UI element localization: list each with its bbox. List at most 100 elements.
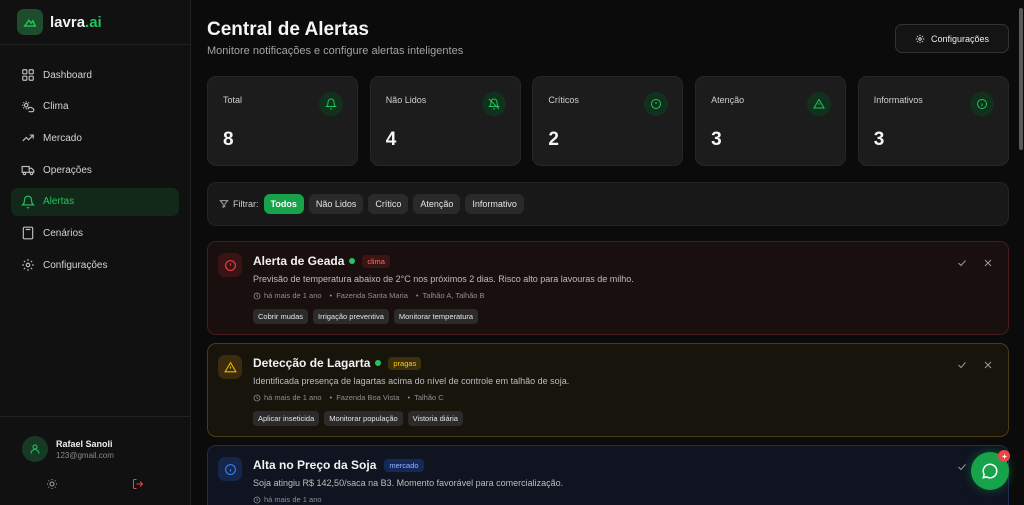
- filter-chip-nao-lidos[interactable]: Não Lidos: [308, 194, 364, 214]
- action-chip[interactable]: Vistoria diária: [407, 411, 463, 426]
- theme-toggle-icon[interactable]: [46, 478, 58, 490]
- close-icon[interactable]: [982, 359, 994, 371]
- clock-icon: [253, 496, 261, 503]
- sidebar-item-label: Clima: [43, 101, 69, 113]
- dashboard-icon: [21, 68, 35, 82]
- sidebar-nav: Dashboard Clima Mercado Operações Alerta…: [0, 45, 190, 279]
- brand-name: lavra.ai: [50, 13, 102, 31]
- action-chip[interactable]: Irrigação preventiva: [313, 309, 389, 324]
- user-profile[interactable]: Rafael Sanoli 123@gmail.com: [0, 417, 190, 462]
- filter-chip-critico[interactable]: Crítico: [368, 194, 409, 214]
- stat-value: 2: [548, 129, 559, 150]
- sidebar-item-label: Cenários: [43, 227, 84, 239]
- gear-icon: [915, 34, 925, 43]
- stat-card-critical: Críticos 2: [532, 76, 684, 166]
- settings-button-label: Configurações: [930, 33, 990, 44]
- alert-card-lagarta[interactable]: Detecção de Lagarta pragas Identificada …: [207, 343, 1009, 437]
- calculator-icon: [21, 226, 35, 240]
- chat-bubble-icon: [982, 463, 998, 479]
- bell-icon: [21, 195, 35, 209]
- action-chip[interactable]: Monitorar temperatura: [393, 309, 479, 324]
- mark-read-icon[interactable]: [956, 257, 968, 269]
- alert-description: Soja atingiu R$ 142,50/saca na B3. Momen…: [253, 478, 564, 488]
- truck-icon: [21, 163, 35, 177]
- stats-row: Total 8 Não Lidos 4 Críticos 2 Atenção 3…: [207, 76, 1009, 166]
- filter-bar: Filtrar: Todos Não Lidos Crítico Atenção…: [207, 182, 1009, 226]
- clock-icon: [253, 394, 261, 401]
- avatar: [22, 436, 48, 462]
- sidebar-item-mercado[interactable]: Mercado: [11, 124, 179, 152]
- stat-label: Críticos: [548, 95, 579, 105]
- sparkle-badge-icon: [998, 450, 1010, 462]
- sidebar-item-cenarios[interactable]: Cenários: [11, 219, 179, 247]
- weather-icon: [21, 100, 35, 114]
- filter-chip-informativo[interactable]: Informativo: [465, 194, 524, 214]
- stat-value: 8: [223, 129, 234, 150]
- info-icon: [218, 457, 242, 481]
- logout-icon[interactable]: [132, 478, 144, 490]
- alert-title: Alta no Preço da Soja: [253, 458, 377, 472]
- alert-meta: há mais de 1 ano • Fazenda Boa Vista • Tal…: [253, 393, 444, 402]
- sidebar-item-label: Configurações: [43, 259, 108, 271]
- warning-triangle-icon: [807, 92, 832, 116]
- bell-off-icon: [481, 92, 506, 116]
- chat-button[interactable]: [971, 450, 1010, 490]
- gear-icon: [21, 258, 35, 272]
- alert-card-soja[interactable]: Alta no Preço da Soja mercado Soja ating…: [207, 445, 1009, 505]
- stat-label: Informativos: [873, 95, 923, 105]
- alert-circle-icon: [644, 92, 669, 116]
- sidebar-item-configuracoes[interactable]: Configurações: [11, 251, 179, 279]
- stat-card-info: Informativos 3: [857, 76, 1009, 166]
- page-title: Central de Alertas: [207, 19, 369, 40]
- sidebar-item-alertas[interactable]: Alertas: [11, 187, 179, 216]
- scrollbar[interactable]: [1018, 0, 1024, 505]
- filter-label: Filtrar:: [219, 199, 259, 209]
- unread-dot: [349, 258, 356, 264]
- action-chip[interactable]: Monitorar população: [324, 411, 403, 426]
- stat-value: 3: [873, 129, 885, 150]
- alert-card-geada[interactable]: Alerta de Geada clima Previsão de temper…: [207, 241, 1009, 335]
- stat-card-unread: Não Lidos 4: [369, 76, 521, 166]
- filter-chip-atencao[interactable]: Atenção: [413, 194, 461, 214]
- logo-icon: [17, 9, 43, 35]
- sidebar-item-dashboard[interactable]: Dashboard: [11, 61, 179, 89]
- sidebar-item-label: Alertas: [43, 196, 75, 208]
- stat-value: 4: [385, 129, 397, 150]
- sidebar-item-operacoes[interactable]: Operações: [11, 156, 179, 184]
- category-badge: clima: [362, 254, 390, 268]
- mark-read-icon[interactable]: [956, 461, 968, 473]
- brand[interactable]: lavra.ai: [0, 0, 190, 45]
- action-chip[interactable]: Aplicar inseticida: [253, 411, 320, 426]
- sidebar-footer: Rafael Sanoli 123@gmail.com: [0, 416, 190, 505]
- stat-card-total: Total 8: [207, 76, 358, 166]
- clock-icon: [253, 292, 261, 299]
- user-email: 123@gmail.com: [56, 450, 114, 460]
- category-badge: pragas: [388, 356, 422, 370]
- sidebar-item-clima[interactable]: Clima: [11, 93, 179, 121]
- trending-up-icon: [21, 131, 35, 145]
- settings-button[interactable]: Configurações: [895, 24, 1009, 53]
- mark-read-icon[interactable]: [956, 359, 968, 371]
- alert-description: Previsão de temperatura abaixo de 2°C no…: [253, 274, 634, 284]
- filter-icon: [219, 200, 229, 209]
- stat-card-attention: Atenção 3: [695, 76, 847, 166]
- sidebar-item-label: Dashboard: [43, 69, 92, 81]
- sidebar-item-label: Mercado: [43, 132, 82, 144]
- unread-dot: [375, 360, 382, 366]
- action-chip[interactable]: Cobrir mudas: [253, 309, 309, 324]
- user-name: Rafael Sanoli: [56, 438, 113, 449]
- page-subtitle: Monitore notificações e configure alerta…: [207, 45, 464, 57]
- scrollbar-thumb[interactable]: [1019, 8, 1023, 150]
- sidebar-item-label: Operações: [43, 164, 92, 176]
- alert-description: Identificada presença de lagartas acima …: [253, 376, 570, 386]
- alert-meta: há mais de 1 ano: [253, 495, 322, 504]
- alert-title: Alerta de Geada: [253, 254, 345, 268]
- close-icon[interactable]: [982, 257, 994, 269]
- category-badge: mercado: [384, 458, 424, 472]
- alert-meta: há mais de 1 ano • Fazenda Santa Maria • T…: [253, 291, 485, 300]
- info-icon: [969, 92, 994, 116]
- sidebar: lavra.ai Dashboard Clima Mercado Operaçõ…: [0, 0, 191, 505]
- stat-label: Total: [223, 95, 243, 105]
- filter-chip-todos[interactable]: Todos: [263, 194, 304, 214]
- warning-triangle-icon: [218, 355, 242, 379]
